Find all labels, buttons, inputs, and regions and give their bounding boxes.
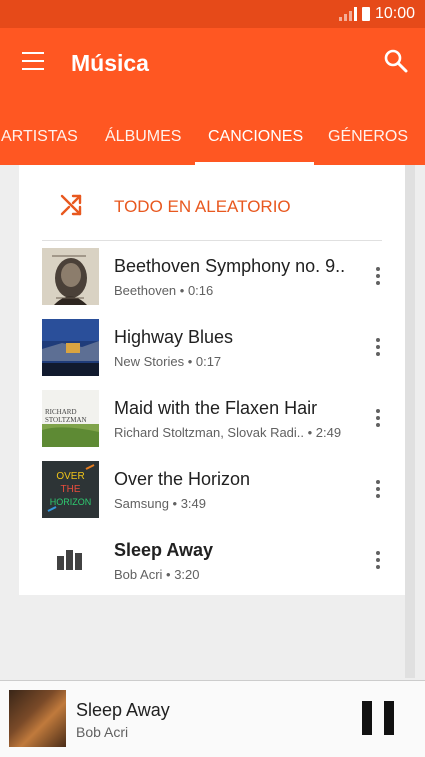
art-text: OVER [56, 471, 84, 482]
song-row[interactable]: Beethoven Symphony no. 9.. Beethoven • 0… [19, 243, 405, 314]
shuffle-all-label: TODO EN ALEATORIO [114, 197, 291, 216]
menu-icon[interactable] [22, 52, 44, 70]
song-list: TODO EN ALEATORIO Beethoven Symphony no.… [19, 165, 405, 595]
tab-artistas[interactable]: ARTISTAS [1, 128, 78, 146]
song-row-now-playing[interactable]: Sleep Away Bob Acri • 3:20 [19, 527, 405, 598]
shuffle-icon [60, 194, 82, 216]
status-indicators: 10:00 [338, 5, 415, 23]
song-title: Sleep Away [114, 540, 214, 560]
song-row[interactable]: RICHARD STOLTZMAN Maid with the Flaxen H… [19, 385, 405, 456]
album-art-richard: RICHARD STOLTZMAN [42, 390, 99, 447]
album-art-horizon: OVER THE HORIZON [42, 461, 99, 518]
pause-icon[interactable] [362, 701, 394, 735]
more-options-icon[interactable] [372, 480, 384, 500]
song-title: Over the Horizon [114, 469, 251, 489]
tab-canciones[interactable]: CANCIONES [208, 128, 303, 146]
more-options-icon[interactable] [372, 338, 384, 358]
search-icon[interactable] [383, 48, 409, 74]
tab-albumes[interactable]: ÁLBUMES [105, 128, 181, 146]
art-text: RICHARD [45, 408, 77, 416]
divider [42, 240, 382, 241]
song-subtitle: New Stories • 0:17 [114, 354, 222, 369]
song-title: Highway Blues [114, 327, 234, 347]
tab-generos[interactable]: GÉNEROS [328, 128, 408, 146]
more-options-icon[interactable] [372, 409, 384, 429]
now-playing-icon [57, 550, 83, 570]
player-title: Sleep Away [76, 700, 170, 720]
art-text: STOLTZMAN [45, 416, 87, 424]
player-album-art [9, 690, 66, 747]
shuffle-all-button[interactable]: TODO EN ALEATORIO [19, 165, 405, 240]
song-title: Beethoven Symphony no. 9.. [114, 256, 346, 276]
song-row[interactable]: Highway Blues New Stories • 0:17 [19, 314, 405, 385]
battery-icon [361, 7, 370, 21]
song-subtitle: Bob Acri • 3:20 [114, 567, 200, 582]
song-subtitle: Samsung • 3:49 [114, 496, 206, 511]
page-title: Música [71, 50, 149, 76]
tab-bar: ARTISTAS ÁLBUMES CANCIONES GÉNEROS [0, 114, 425, 165]
song-title: Maid with the Flaxen Hair [114, 398, 318, 418]
song-row[interactable]: OVER THE HORIZON Over the Horizon Samsun… [19, 456, 405, 527]
more-options-icon[interactable] [372, 267, 384, 287]
mini-player[interactable]: Sleep Away Bob Acri [0, 680, 425, 757]
scrollbar[interactable] [405, 165, 415, 678]
song-subtitle: Richard Stoltzman, Slovak Radi.. • 2:49 [114, 425, 342, 440]
status-time: 10:00 [374, 5, 415, 22]
song-subtitle: Beethoven • 0:16 [114, 283, 214, 298]
signal-icon [338, 7, 357, 21]
more-options-icon[interactable] [372, 551, 384, 571]
album-art-beethoven [42, 248, 99, 305]
status-bar: 10:00 [0, 0, 425, 28]
player-artist: Bob Acri [76, 724, 129, 740]
album-art-highway [42, 319, 99, 376]
art-text: THE [61, 484, 81, 495]
art-text: HORIZON [50, 497, 92, 507]
app-bar: Música ARTISTAS ÁLBUMES CANCIONES GÉNERO… [0, 28, 425, 165]
